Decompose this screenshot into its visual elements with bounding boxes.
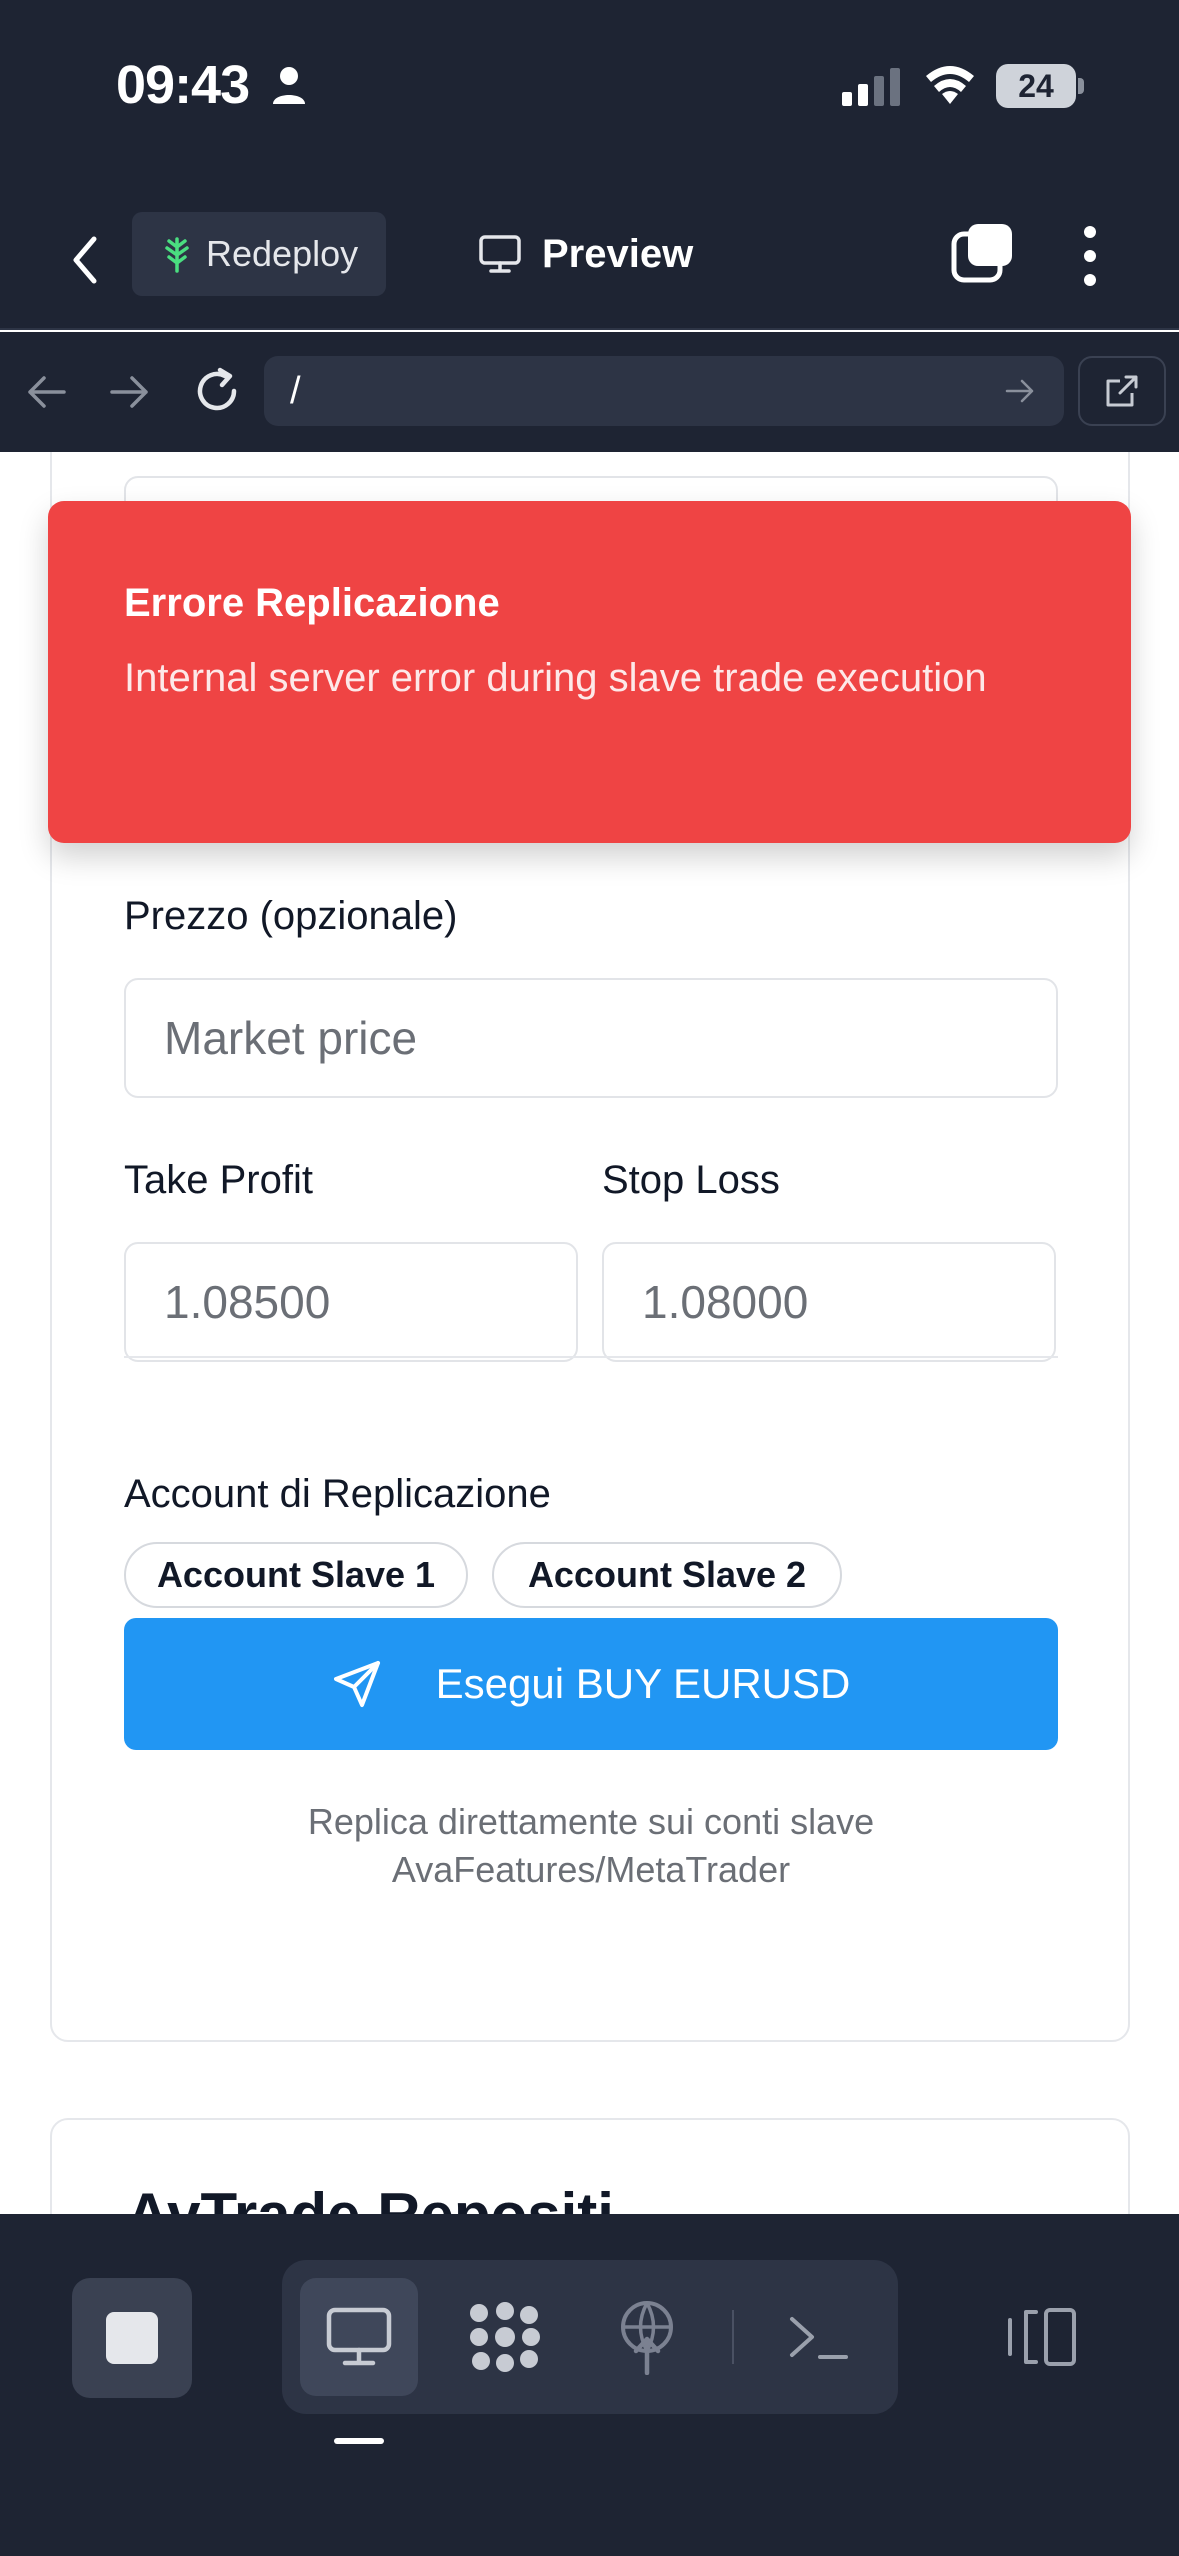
layout-icon[interactable] bbox=[1004, 2306, 1080, 2368]
bottom-toolbar bbox=[0, 2214, 1179, 2556]
execute-label: Esegui BUY EURUSD bbox=[435, 1660, 851, 1707]
next-card-title: AvTrade Repositi bbox=[126, 2180, 614, 2214]
price-input[interactable] bbox=[126, 980, 1056, 1096]
send-icon bbox=[333, 1661, 380, 1707]
external-link-icon bbox=[1106, 375, 1138, 407]
replication-note: Replica direttamente sui conti slave Ava… bbox=[307, 1801, 875, 1890]
preview-view-button[interactable] bbox=[300, 2278, 418, 2396]
preview-label: Preview bbox=[542, 231, 694, 276]
segment-divider bbox=[732, 2310, 734, 2364]
open-external-button[interactable] bbox=[1078, 356, 1166, 426]
grid-icon bbox=[470, 2302, 540, 2372]
arrow-left-icon[interactable] bbox=[24, 372, 68, 412]
stop-loss-field[interactable] bbox=[602, 1242, 1056, 1362]
back-button[interactable] bbox=[60, 230, 110, 290]
battery-tip bbox=[1078, 78, 1084, 94]
active-view-indicator bbox=[334, 2438, 384, 2444]
price-field[interactable] bbox=[124, 978, 1058, 1098]
toast-title: Errore Replicazione bbox=[124, 581, 500, 625]
status-bar: 09:43 24 bbox=[0, 0, 1179, 190]
go-arrow-icon[interactable] bbox=[1004, 376, 1036, 406]
terminal-icon bbox=[790, 2317, 848, 2359]
view-switcher bbox=[282, 2260, 898, 2414]
replication-label: Account di Replicazione bbox=[124, 1472, 551, 1516]
take-profit-field[interactable] bbox=[124, 1242, 578, 1362]
take-profit-input[interactable] bbox=[126, 1244, 576, 1360]
execute-order-button[interactable]: Esegui BUY EURUSD bbox=[124, 1618, 1058, 1750]
url-input[interactable]: / bbox=[264, 356, 1064, 426]
status-time: 09:43 bbox=[116, 55, 250, 115]
reload-icon[interactable] bbox=[192, 366, 242, 416]
monitor-icon bbox=[326, 2307, 392, 2366]
more-menu-button[interactable] bbox=[1070, 226, 1110, 286]
person-icon bbox=[273, 67, 305, 104]
account-chip-2[interactable]: Account Slave 2 bbox=[492, 1542, 842, 1608]
arrow-right-icon[interactable] bbox=[108, 372, 152, 412]
stop-loss-input[interactable] bbox=[604, 1244, 1054, 1360]
stop-icon bbox=[106, 2312, 158, 2364]
price-label: Prezzo (opzionale) bbox=[124, 894, 458, 938]
stop-loss-label: Stop Loss bbox=[602, 1158, 780, 1202]
battery-level: 24 bbox=[1018, 68, 1054, 104]
wifi-icon bbox=[926, 66, 974, 104]
take-profit-label: Take Profit bbox=[124, 1158, 313, 1202]
terminal-view-button[interactable] bbox=[760, 2278, 878, 2396]
redeploy-button[interactable]: Redeploy bbox=[132, 212, 386, 296]
app-header: Redeploy Preview bbox=[0, 190, 1179, 330]
redeploy-label: Redeploy bbox=[206, 233, 359, 274]
chevron-left-icon bbox=[73, 236, 97, 284]
deploy-icon bbox=[621, 2301, 673, 2375]
account-chip-1[interactable]: Account Slave 1 bbox=[124, 1542, 468, 1608]
more-vertical-icon bbox=[1084, 226, 1096, 238]
toast-message: Internal server error during slave trade… bbox=[124, 656, 987, 700]
browser-toolbar: / bbox=[0, 332, 1179, 452]
url-text: / bbox=[290, 370, 301, 412]
signal-icon bbox=[842, 68, 900, 106]
form-divider bbox=[124, 1356, 1058, 1358]
tabs-icon[interactable] bbox=[950, 222, 1014, 286]
stop-button[interactable] bbox=[72, 2278, 192, 2398]
apps-view-button[interactable] bbox=[446, 2278, 564, 2396]
preview-tab[interactable]: Preview bbox=[478, 224, 693, 284]
monitor-icon bbox=[479, 235, 521, 273]
next-card: AvTrade Repositi bbox=[50, 2118, 1130, 2214]
deploy-view-button[interactable] bbox=[588, 2278, 706, 2396]
error-toast[interactable]: Errore Replicazione Internal server erro… bbox=[48, 501, 1131, 843]
tree-icon bbox=[165, 237, 189, 273]
battery-indicator: 24 bbox=[996, 64, 1076, 108]
